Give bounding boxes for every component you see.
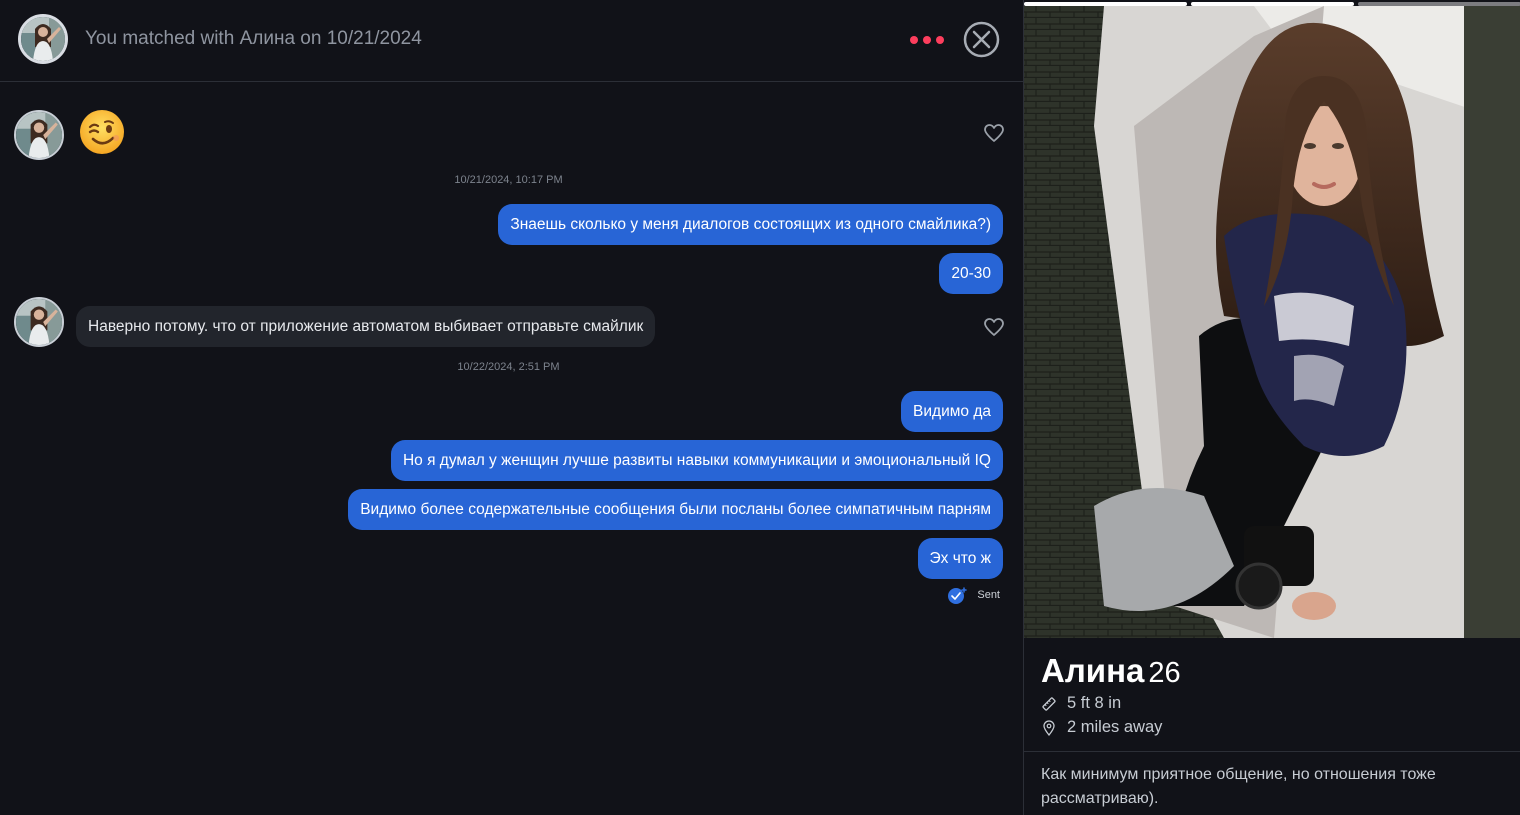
- match-info: You matched with Алина on 10/21/2024: [85, 28, 422, 50]
- like-heart-icon[interactable]: [983, 317, 1005, 337]
- dot-icon: [910, 36, 918, 44]
- match-date: 10/21/2024: [326, 28, 422, 49]
- profile-panel: Алина 26 5 ft 8 in 2 miles away Как миним…: [1023, 0, 1520, 815]
- wink-emoji-icon: [80, 110, 124, 154]
- divider: [1024, 751, 1520, 752]
- height-row: 5 ft 8 in: [1041, 694, 1121, 713]
- outgoing-message[interactable]: Знаешь сколько у меня диалогов состоящих…: [498, 204, 1003, 245]
- incoming-message[interactable]: Наверно потому. что от приложение автома…: [76, 306, 656, 347]
- distance-text: 2 miles away: [1067, 718, 1163, 736]
- message-timestamp: 10/21/2024, 10:17 PM: [454, 174, 563, 186]
- outgoing-message[interactable]: Видимо более содержательные сообщения бы…: [348, 489, 1003, 530]
- profile-age: 26: [1148, 657, 1181, 689]
- outgoing-message[interactable]: 20-30: [939, 253, 1003, 294]
- profile-name: Алина 26: [1041, 652, 1181, 690]
- profile-bio: Как минимум приятное общение, но отношен…: [1041, 766, 1436, 807]
- match-prefix: You matched with: [85, 28, 235, 49]
- chat-header: You matched with Алина on 10/21/2024: [0, 0, 1023, 82]
- profile-first-name: Алина: [1041, 652, 1145, 689]
- match-name: Алина: [239, 28, 296, 49]
- profile-photo[interactable]: [1024, 6, 1520, 638]
- match-avatar[interactable]: [18, 14, 68, 64]
- match-on: on: [300, 28, 322, 49]
- close-icon: [963, 21, 1000, 58]
- outgoing-message[interactable]: Но я думал у женщин лучше развиты навыки…: [390, 440, 1003, 481]
- dot-icon: [923, 36, 931, 44]
- sender-avatar[interactable]: [14, 110, 64, 160]
- location-pin-icon: [1043, 719, 1055, 736]
- close-button[interactable]: [963, 21, 1000, 58]
- more-options-button[interactable]: [910, 30, 944, 50]
- sent-check-icon: [948, 587, 968, 604]
- ruler-icon: [1042, 696, 1056, 711]
- like-heart-icon[interactable]: [983, 123, 1005, 143]
- height-text: 5 ft 8 in: [1067, 694, 1122, 712]
- message-status: Sent: [947, 586, 1000, 604]
- outgoing-message[interactable]: Эх что ж: [917, 538, 1003, 579]
- message-timestamp: 10/22/2024, 2:51 PM: [457, 361, 560, 373]
- distance-row: 2 miles away: [1041, 718, 1162, 737]
- status-text: Sent: [977, 589, 1000, 601]
- wink-emoji: 😉: [78, 108, 126, 156]
- chat-panel: You matched with Алина on 10/21/2024 10/…: [0, 0, 1023, 815]
- outgoing-message[interactable]: Видимо да: [901, 391, 1003, 432]
- sender-avatar[interactable]: [14, 297, 64, 347]
- dot-icon: [936, 36, 944, 44]
